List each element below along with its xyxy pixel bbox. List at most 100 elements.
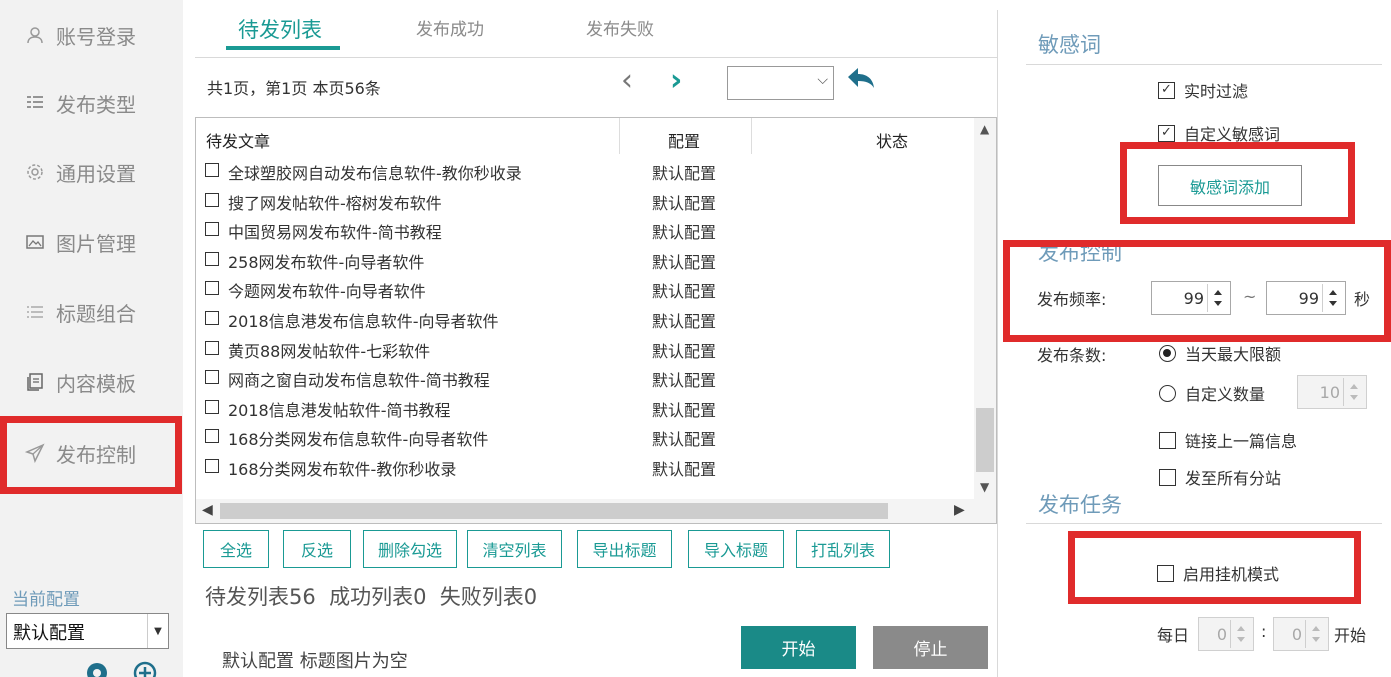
publish-task-title: 发布任务 [1038, 493, 1122, 517]
sidebar-item-general-settings[interactable]: 通用设置 [0, 137, 183, 207]
custom-count-radio[interactable]: 自定义数量 [1159, 381, 1265, 405]
tab-publish-failed[interactable]: 发布失败 [586, 15, 654, 40]
sidebar-item-title-combination[interactable]: 标题组合 [0, 277, 183, 347]
invert-selection-button[interactable]: 反选 [283, 530, 351, 568]
scroll-down-icon[interactable]: ▼ [980, 480, 989, 494]
scrollbar-thumb[interactable] [220, 503, 888, 519]
table-row[interactable]: 2018信息港发帖软件-简书教程 默认配置 [196, 394, 971, 423]
sidebar-item-publish-control[interactable]: 发布控制 [0, 418, 183, 488]
spinner-arrows-icon[interactable] [1305, 620, 1326, 648]
pending-articles-table[interactable]: 待发文章 配置 状态 全球塑胶网自动发布信息软件-教你秒收录 默认配置 搜了网发帖软… [195, 117, 997, 524]
export-titles-button[interactable]: 导出标题 [577, 530, 672, 568]
custom-sensitive-checkbox[interactable]: ✓ 自定义敏感词 [1158, 121, 1280, 145]
chevron-down-icon: ⌵ [817, 72, 828, 88]
row-checkbox[interactable] [205, 222, 219, 237]
custom-count-input[interactable]: 10 [1297, 375, 1367, 409]
add-circle-icon[interactable] [132, 660, 158, 677]
row-title: 168分类网发布软件-教你秒收录 [228, 460, 457, 479]
tab-pending-list[interactable]: 待发列表 [238, 14, 322, 44]
scroll-up-icon[interactable]: ▲ [980, 122, 989, 136]
row-checkbox[interactable] [205, 399, 219, 414]
table-row[interactable]: 2018信息港发布信息软件-向导者软件 默认配置 [196, 305, 971, 334]
send-all-branches-label: 发至所有分站 [1185, 469, 1282, 488]
clear-list-button[interactable]: 清空列表 [467, 530, 562, 568]
table-row[interactable]: 中国贸易网发布软件-简书教程 默认配置 [196, 216, 971, 245]
table-row[interactable]: 258网发布软件-向导者软件 默认配置 [196, 246, 971, 275]
prev-page-icon[interactable]: ‹ [621, 66, 633, 96]
vertical-scrollbar[interactable]: ▲ ▼ [974, 118, 996, 500]
row-checkbox[interactable] [205, 311, 219, 325]
list-icon [24, 92, 46, 114]
table-row[interactable]: 网商之窗自动发布信息软件-简书教程 默认配置 [196, 364, 971, 393]
table-row[interactable]: 今题网发布软件-向导者软件 默认配置 [196, 275, 971, 304]
header-divider [619, 118, 620, 154]
row-title: 258网发布软件-向导者软件 [228, 252, 425, 272]
custom-sensitive-label: 自定义敏感词 [1184, 125, 1281, 144]
sidebar-item-label: 通用设置 [56, 161, 136, 186]
row-checkbox[interactable] [205, 163, 219, 177]
next-page-icon[interactable]: › [670, 66, 682, 96]
custom-count-label: 自定义数量 [1185, 385, 1266, 404]
count-label: 发布条数: [1037, 346, 1107, 365]
divider [195, 57, 997, 58]
spinner-arrows-icon[interactable] [1207, 284, 1228, 312]
row-checkbox[interactable] [205, 370, 219, 385]
frequency-max-input[interactable]: 99 [1266, 281, 1346, 315]
frequency-min-input[interactable]: 99 [1151, 281, 1231, 315]
table-row[interactable]: 搜了网发帖软件-榕树发布软件 默认配置 [196, 187, 971, 216]
table-row[interactable]: 全球塑胶网自动发布信息软件-教你秒收录 默认配置 [196, 157, 971, 186]
minute-input[interactable]: 0 [1273, 617, 1329, 651]
table-row[interactable]: 168分类网发布信息软件-向导者软件 默认配置 [196, 423, 971, 452]
spinner-arrows-icon[interactable] [1322, 284, 1343, 312]
import-titles-button[interactable]: 导入标题 [688, 530, 784, 568]
horizontal-scrollbar[interactable]: ◀ ▶ [196, 499, 996, 523]
send-icon [24, 442, 46, 464]
start-button[interactable]: 开始 [741, 626, 856, 669]
tab-publish-success[interactable]: 发布成功 [416, 15, 484, 40]
dropdown-arrow-icon[interactable]: ▼ [147, 614, 168, 648]
scroll-right-icon[interactable]: ▶ [954, 502, 965, 518]
scrollbar-thumb[interactable] [976, 408, 994, 472]
pager-info: 共1页，第1页 本页56条 [207, 79, 381, 98]
shuffle-list-button[interactable]: 打乱列表 [796, 530, 890, 568]
row-checkbox[interactable] [205, 251, 219, 266]
page-select[interactable]: ⌵ [727, 66, 834, 100]
sidebar-item-image-management[interactable]: 图片管理 [0, 207, 183, 277]
sidebar-item-content-template[interactable]: 内容模板 [0, 347, 183, 417]
sidebar-item-publish-type[interactable]: 发布类型 [0, 68, 183, 138]
realtime-filter-checkbox[interactable]: ✓ 实时过滤 [1158, 78, 1248, 102]
row-checkbox[interactable] [205, 192, 219, 207]
daily-max-radio[interactable]: 当天最大限额 [1159, 341, 1281, 365]
link-previous-checkbox[interactable]: 链接上一篇信息 [1159, 428, 1297, 452]
row-title: 2018信息港发帖软件-简书教程 [228, 400, 451, 420]
spinner-arrows-icon[interactable] [1343, 378, 1364, 406]
row-checkbox[interactable] [205, 429, 219, 444]
spinner-arrows-icon[interactable] [1230, 620, 1251, 648]
add-sensitive-word-button[interactable]: 敏感词添加 [1158, 165, 1302, 206]
send-all-branches-checkbox[interactable]: 发至所有分站 [1159, 465, 1281, 489]
sidebar-item-label: 内容模板 [56, 371, 136, 396]
hangup-mode-checkbox[interactable]: 启用挂机模式 [1157, 561, 1279, 585]
checkbox-icon [1159, 431, 1176, 449]
delete-checked-button[interactable]: 删除勾选 [363, 530, 457, 568]
settings-gear-icon[interactable] [84, 660, 110, 677]
hour-input[interactable]: 0 [1198, 617, 1254, 651]
table-row[interactable]: 黄页88网发帖软件-七彩软件 默认配置 [196, 335, 971, 364]
table-row[interactable]: 168分类网发布软件-教你秒收录 默认配置 [196, 453, 971, 482]
row-checkbox[interactable] [205, 340, 219, 355]
sidebar-item-account-login[interactable]: 账号登录 [0, 0, 183, 70]
back-arrow-icon[interactable] [846, 66, 876, 92]
row-checkbox[interactable] [205, 459, 219, 473]
current-config-select[interactable]: 默认配置 ▼ [6, 613, 169, 649]
active-tab-indicator [226, 46, 340, 50]
minute-value: 0 [1291, 625, 1302, 644]
sidebar-item-label: 图片管理 [56, 231, 136, 256]
row-checkbox[interactable] [205, 281, 219, 296]
row-config: 默认配置 [652, 164, 717, 183]
header-article: 待发文章 [206, 132, 271, 151]
user-icon [24, 24, 46, 46]
current-config-label: 当前配置 [12, 590, 80, 610]
select-all-button[interactable]: 全选 [203, 530, 269, 568]
scroll-left-icon[interactable]: ◀ [202, 502, 213, 518]
stop-button[interactable]: 停止 [873, 626, 988, 669]
